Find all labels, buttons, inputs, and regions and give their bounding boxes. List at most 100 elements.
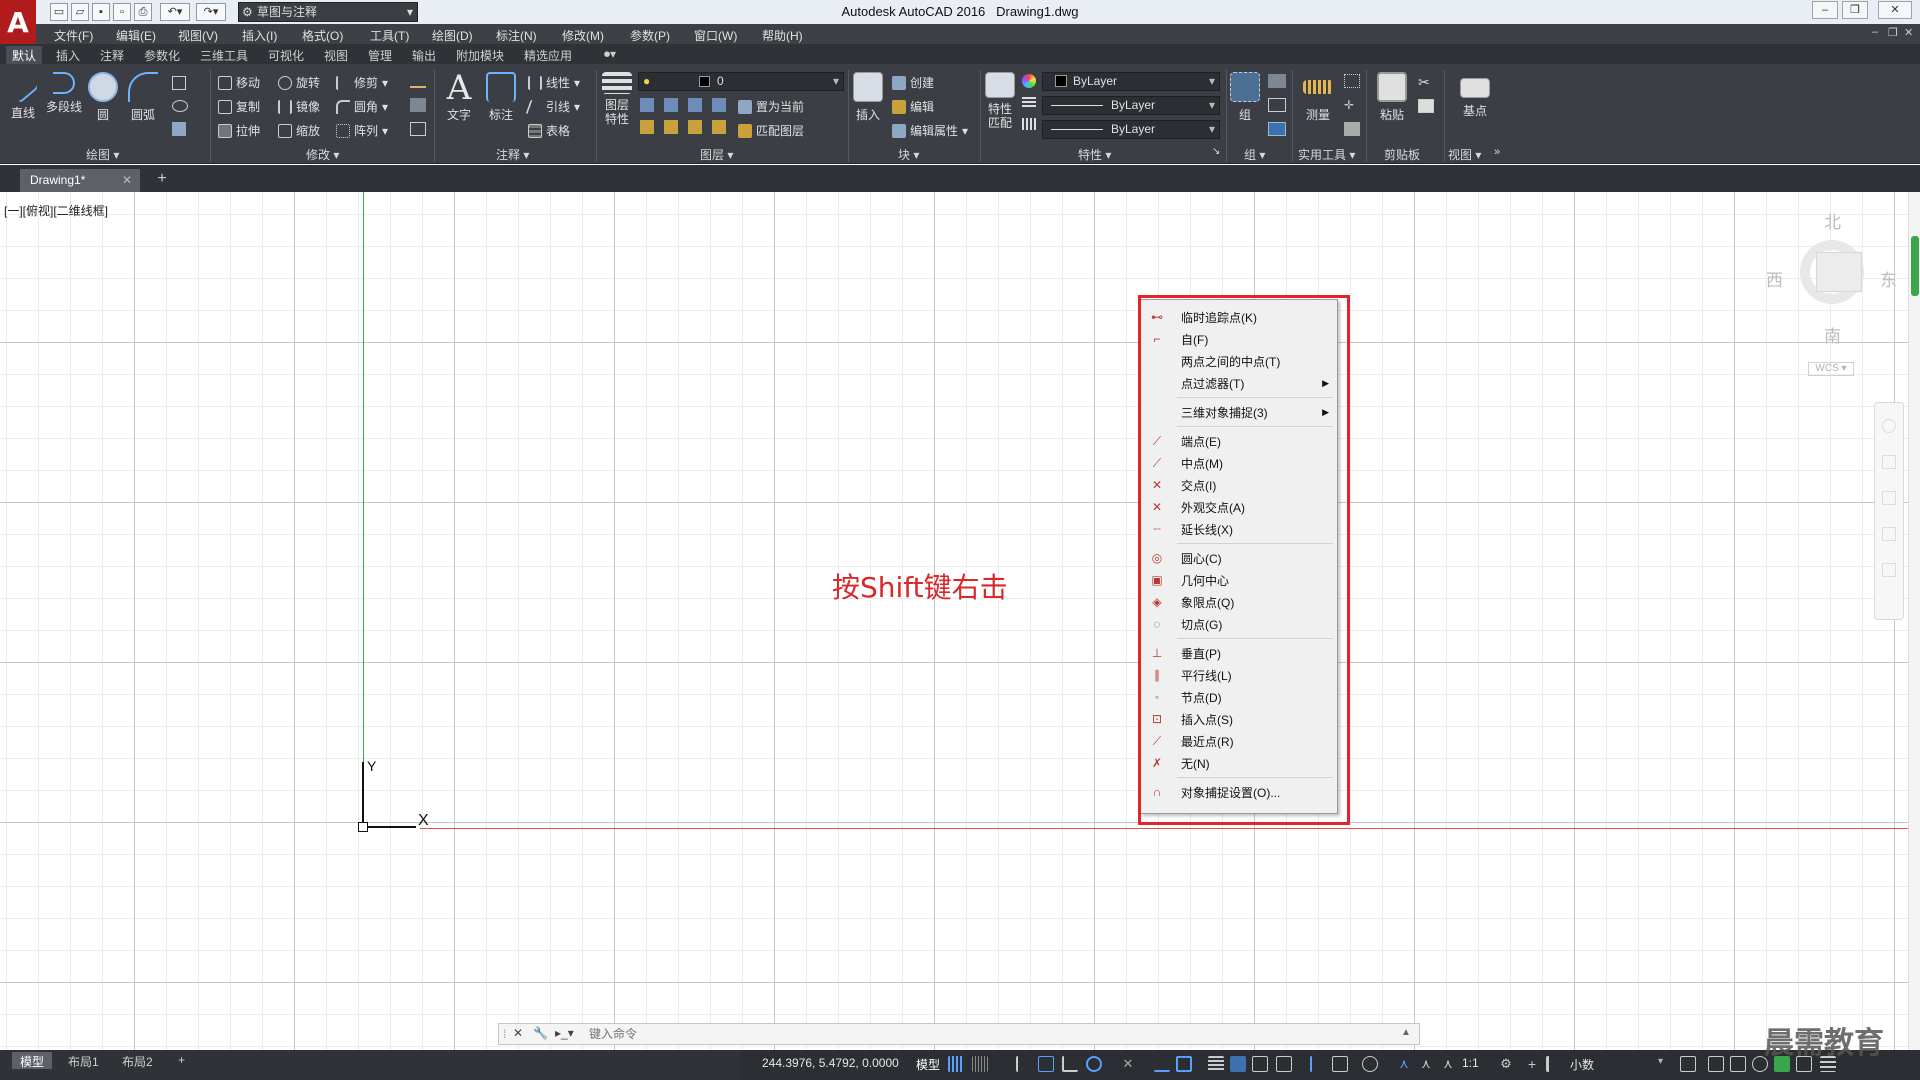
mirror-button[interactable]: 镜像: [278, 98, 320, 115]
selection-cycling-icon[interactable]: [1252, 1056, 1268, 1072]
draw-more-tools[interactable]: [172, 76, 200, 146]
new-tab-button[interactable]: +: [152, 171, 172, 189]
annotation-monitor-icon[interactable]: +: [1524, 1056, 1540, 1072]
stretch-button[interactable]: 拉伸: [218, 122, 260, 139]
workspace-gear-icon[interactable]: ⚙: [1498, 1056, 1514, 1072]
tab-visualize[interactable]: 可视化: [262, 46, 310, 64]
viewcube[interactable]: 北 西 东 南 WCS ▾: [1760, 200, 1900, 390]
isolate-objects-icon[interactable]: [1730, 1056, 1746, 1072]
set-current-layer-button[interactable]: 置为当前: [738, 98, 804, 115]
ribbon-options-icon[interactable]: ⏺▾: [598, 46, 622, 64]
menu-window[interactable]: 窗口(W): [694, 27, 737, 44]
tab-default[interactable]: 默认: [6, 46, 43, 64]
menu-modify[interactable]: 修改(M): [562, 27, 604, 44]
annotation-visibility-icon[interactable]: ⋏: [1396, 1056, 1412, 1072]
workspace-switcher[interactable]: ⚙ 草图与注释 ▾: [238, 2, 418, 22]
clipboard-tools[interactable]: ✂: [1418, 74, 1434, 114]
tab-model[interactable]: 模型: [12, 1052, 53, 1069]
object-snap-tracking-icon[interactable]: [1154, 1056, 1170, 1072]
clipboard-panel-title[interactable]: 剪贴板: [1384, 146, 1420, 163]
tab-layout2[interactable]: 布局2: [114, 1052, 161, 1069]
view-panel-title[interactable]: 视图 ▾: [1448, 146, 1481, 163]
coordinates-readout[interactable]: 244.3976, 5.4792, 0.0000: [762, 1056, 899, 1070]
new-file-icon[interactable]: ▭: [50, 3, 68, 21]
measure-button[interactable]: 测量: [1298, 72, 1338, 123]
tab-featured-apps[interactable]: 精选应用: [518, 46, 578, 64]
menu-draw[interactable]: 绘图(D): [432, 27, 473, 44]
object-snap-icon[interactable]: [1176, 1056, 1192, 1072]
viewcube-east[interactable]: 东: [1880, 266, 1897, 291]
utility-tools[interactable]: ✛: [1344, 74, 1360, 138]
undo-icon[interactable]: ↶▾: [160, 3, 190, 21]
layer-dropdown[interactable]: ● 0: [638, 72, 844, 91]
move-button[interactable]: 移动: [218, 74, 260, 91]
grid-icon[interactable]: [948, 1056, 964, 1072]
navigation-bar[interactable]: [1874, 402, 1904, 620]
3d-osnap-icon[interactable]: [1276, 1056, 1292, 1072]
pan-icon[interactable]: [1882, 455, 1896, 469]
menu-edit[interactable]: 编辑(E): [116, 27, 156, 44]
model-space-toggle[interactable]: 模型: [916, 1056, 940, 1073]
tab-annotate[interactable]: 注释: [94, 46, 130, 64]
color-dropdown[interactable]: ByLayer: [1042, 72, 1220, 91]
copy-button[interactable]: 复制: [218, 98, 260, 115]
customize-icon[interactable]: 🔧: [533, 1026, 548, 1040]
linetype-dropdown[interactable]: ByLayer: [1042, 96, 1220, 115]
tab-manage[interactable]: 管理: [362, 46, 398, 64]
wcs-menu[interactable]: WCS ▾: [1808, 362, 1854, 376]
tab-parametric[interactable]: 参数化: [138, 46, 186, 64]
close-tab-icon[interactable]: ✕: [122, 173, 132, 187]
polyline-button[interactable]: 多段线: [44, 72, 84, 115]
minimize-button[interactable]: ‒: [1812, 1, 1838, 19]
auto-scale-icon[interactable]: ⋏: [1418, 1056, 1434, 1072]
group-tools[interactable]: [1268, 74, 1286, 138]
print-icon[interactable]: ⎙: [134, 3, 152, 21]
lineweight-display-icon[interactable]: [1208, 1056, 1224, 1072]
circle-button[interactable]: 圆: [88, 72, 118, 123]
create-block-button[interactable]: 创建: [892, 74, 934, 91]
scale-button[interactable]: 缩放: [278, 122, 320, 139]
edit-attributes-button[interactable]: 编辑属性 ▾: [892, 122, 968, 139]
leader-button[interactable]: 引线 ▾: [525, 98, 580, 115]
drawing-canvas[interactable]: [0, 192, 1908, 1050]
menu-format[interactable]: 格式(O): [302, 27, 343, 44]
menu-tools[interactable]: 工具(T): [370, 27, 409, 44]
array-button[interactable]: 阵列 ▾: [336, 122, 388, 139]
menu-parametric[interactable]: 参数(P): [630, 27, 670, 44]
menu-insert[interactable]: 插入(I): [242, 27, 277, 44]
doc-minimize-icon[interactable]: ‒: [1872, 26, 1878, 38]
viewport-controls[interactable]: [一][俯视][二维线框]: [4, 202, 108, 219]
annotation-panel-title[interactable]: 注释 ▾: [496, 146, 529, 163]
lineweight-dropdown[interactable]: ByLayer: [1042, 120, 1220, 139]
doc-close-icon[interactable]: ✕: [1904, 26, 1913, 39]
command-input[interactable]: [589, 1026, 1369, 1042]
command-line-grip-icon[interactable]: ⁞: [503, 1027, 506, 1041]
snap-icon[interactable]: [972, 1056, 988, 1072]
paste-button[interactable]: 粘贴: [1374, 72, 1410, 123]
open-file-icon[interactable]: ▱: [71, 3, 89, 21]
tab-addins[interactable]: 附加模块: [450, 46, 510, 64]
layer-tools[interactable]: [640, 98, 732, 138]
block-panel-title[interactable]: 块 ▾: [898, 146, 919, 163]
text-button[interactable]: A 文字: [442, 70, 476, 123]
viewcube-top-face[interactable]: [1816, 252, 1862, 292]
group-button[interactable]: 组: [1230, 72, 1260, 123]
rotate-button[interactable]: 旋转: [278, 74, 320, 91]
menu-help[interactable]: 帮助(H): [762, 27, 803, 44]
close-command-line-icon[interactable]: ✕: [513, 1026, 523, 1040]
units-dropdown-icon[interactable]: ▾: [1658, 1056, 1663, 1067]
isodraft-icon[interactable]: ✕: [1120, 1056, 1136, 1072]
match-layer-button[interactable]: 匹配图层: [738, 122, 804, 139]
match-properties-button[interactable]: 特性 匹配: [984, 72, 1016, 130]
insert-block-button[interactable]: 插入: [852, 72, 884, 123]
document-tab[interactable]: Drawing1* ✕: [20, 169, 140, 192]
viewcube-south[interactable]: 南: [1824, 322, 1841, 347]
menu-dimension[interactable]: 标注(N): [496, 27, 537, 44]
viewcube-north[interactable]: 北: [1824, 208, 1841, 233]
tab-layout1[interactable]: 布局1: [60, 1052, 107, 1069]
utilities-panel-title[interactable]: 实用工具 ▾: [1298, 146, 1355, 163]
base-point-button[interactable]: 基点: [1456, 72, 1494, 119]
draw-panel-title[interactable]: 绘图 ▾: [86, 146, 119, 163]
groups-panel-title[interactable]: 组 ▾: [1244, 146, 1265, 163]
dynamic-ucs-icon[interactable]: [1310, 1056, 1326, 1072]
